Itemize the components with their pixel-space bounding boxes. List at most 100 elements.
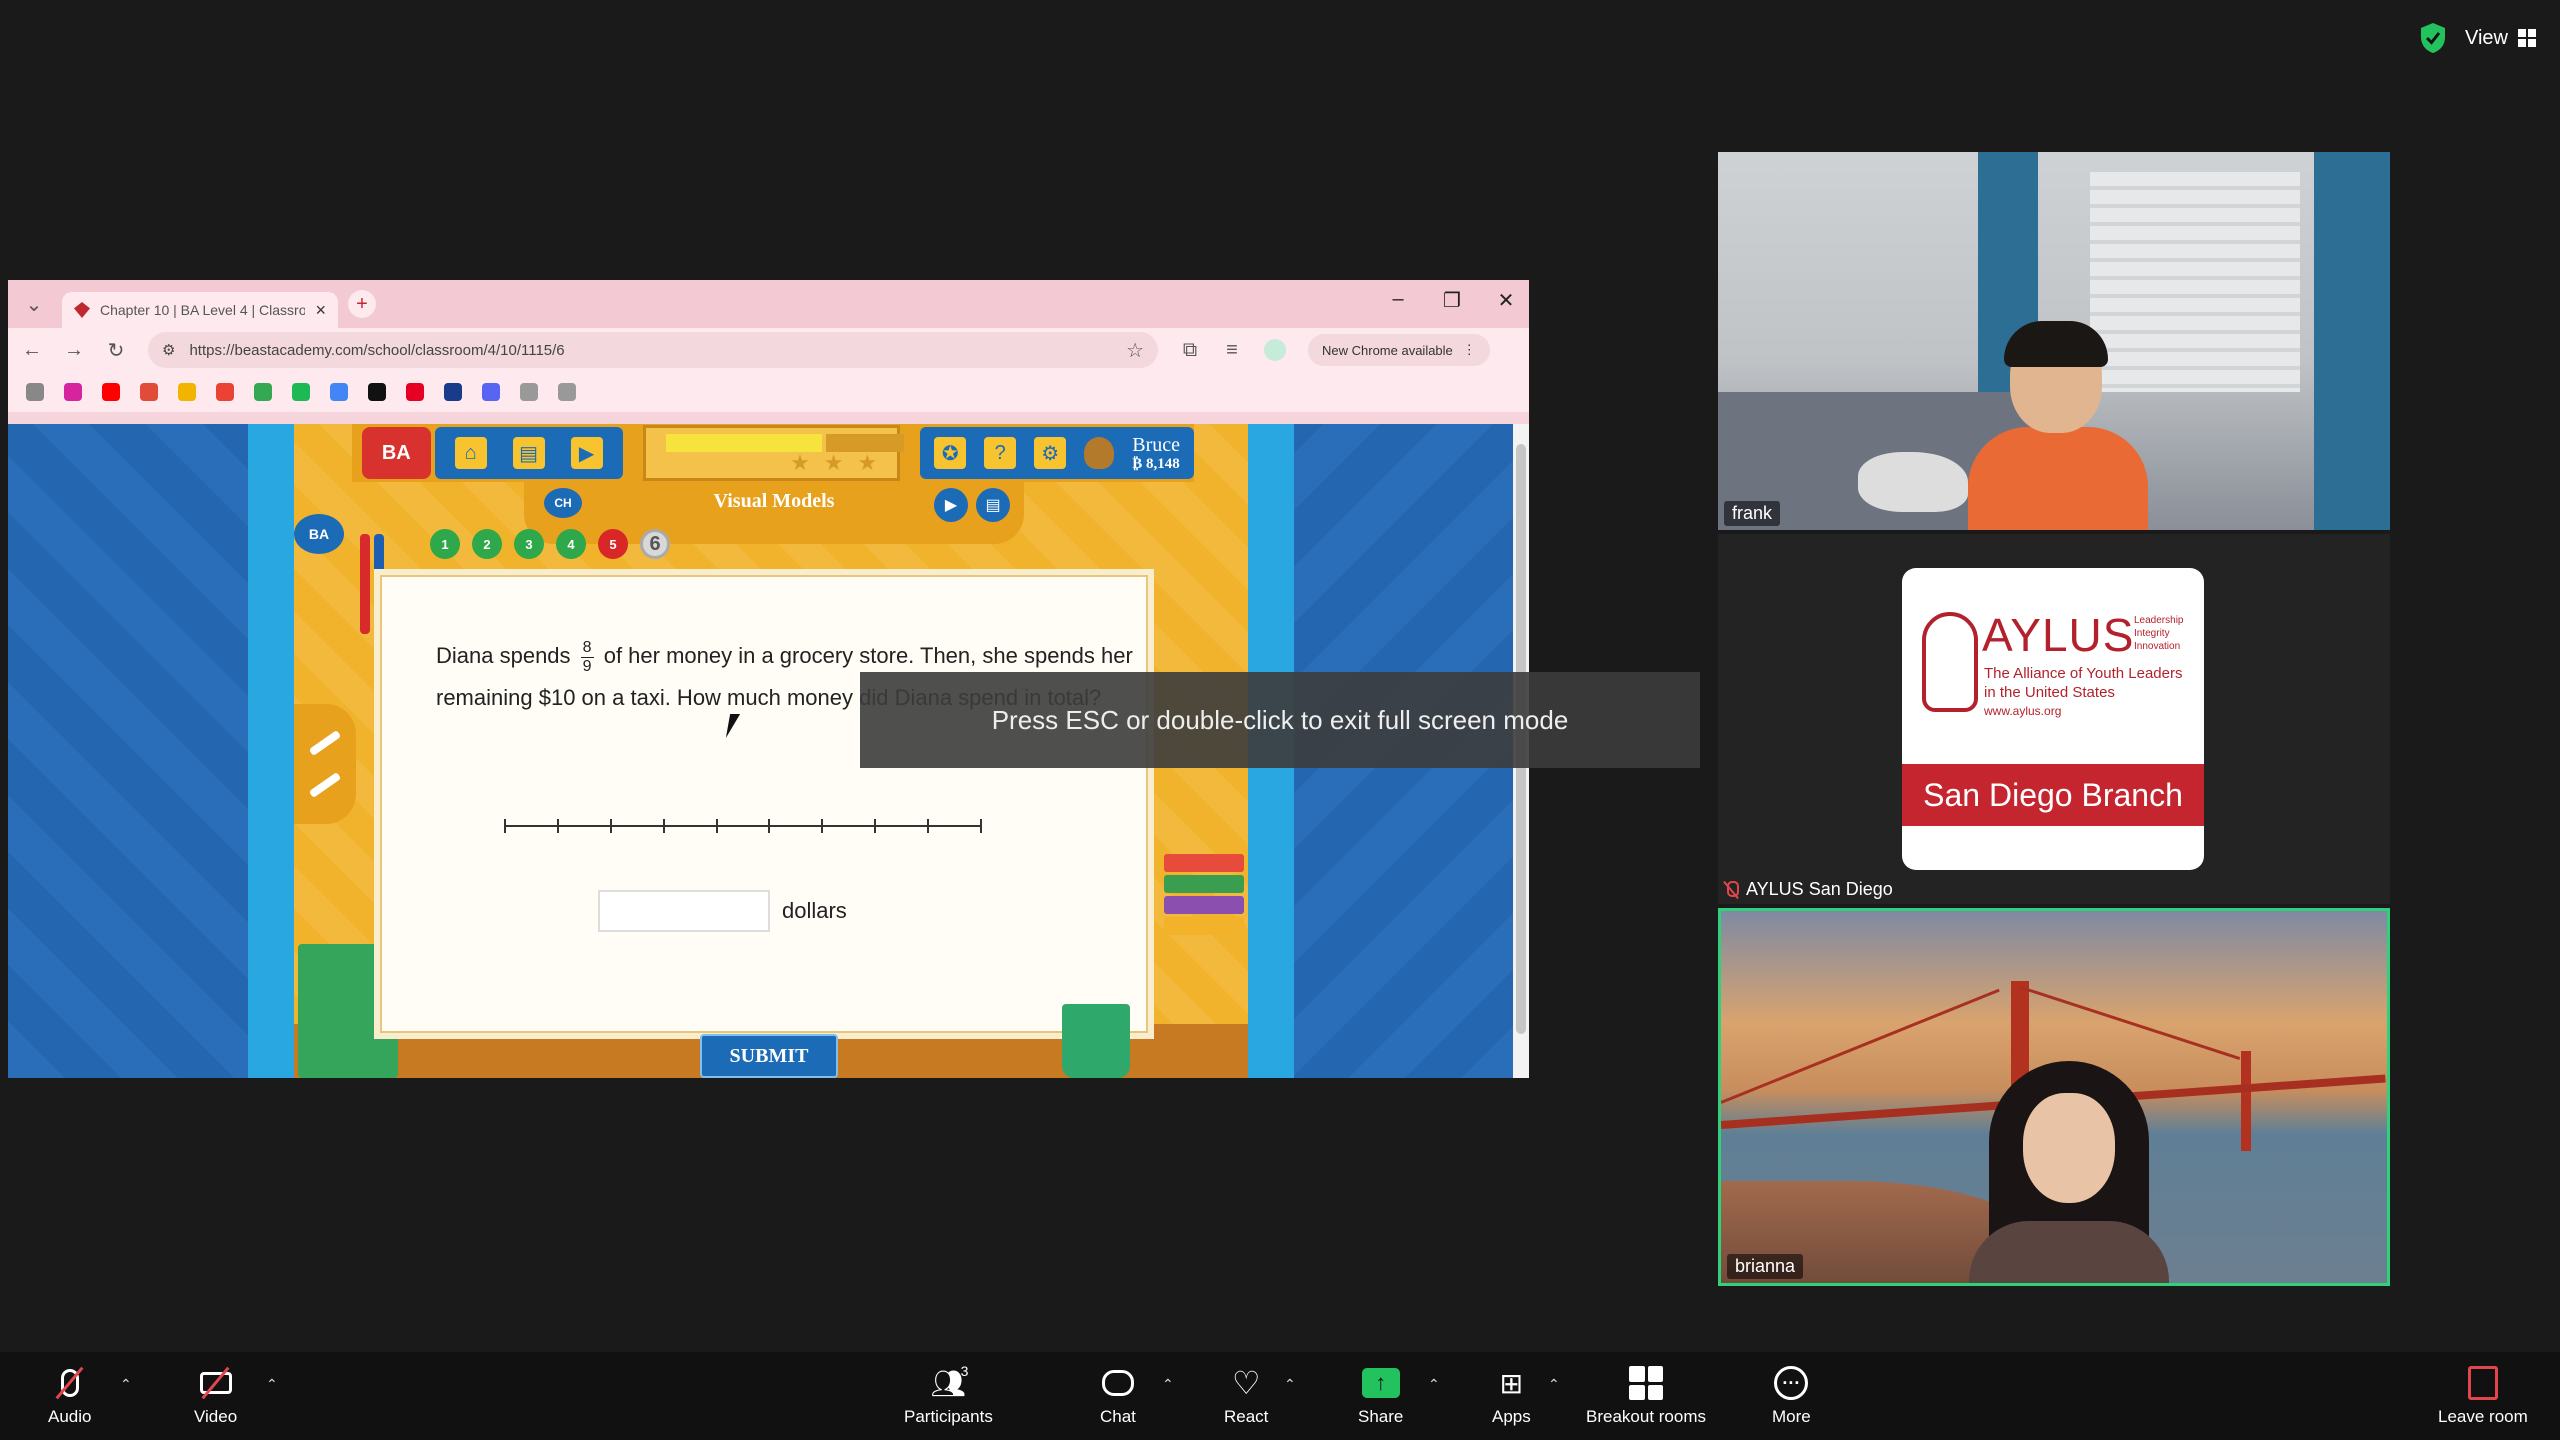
- lightbulb-icon: [1922, 612, 1978, 712]
- bookmark-spotify-icon[interactable]: [292, 383, 310, 401]
- share-screen-icon: ↑: [1361, 1368, 1400, 1398]
- meeting-toolbar: Audio ⌃ Video ⌃ 👥︎ 3 Participants Chat ⌃ …: [0, 1352, 2560, 1440]
- participant-tile-aylus[interactable]: AYLUS Leadership Integrity Innovation Th…: [1718, 534, 2390, 904]
- left-blue-backdrop: [8, 424, 248, 1078]
- pencil-icon[interactable]: [308, 729, 342, 756]
- answer-input[interactable]: [598, 890, 770, 932]
- share-options-chevron-icon[interactable]: ⌃: [1428, 1376, 1440, 1393]
- extensions-icon[interactable]: ⧉: [1180, 339, 1200, 362]
- react-options-chevron-icon[interactable]: ⌃: [1284, 1376, 1296, 1393]
- audio-options-chevron-icon[interactable]: ⌃: [120, 1376, 132, 1393]
- bookmark-instagram-icon[interactable]: [64, 383, 82, 401]
- leave-door-icon: [2467, 1366, 2498, 1400]
- badge-icon[interactable]: ✪: [934, 437, 967, 469]
- bookmark-drive-icon[interactable]: [254, 383, 272, 401]
- more-button[interactable]: ··· More: [1772, 1352, 1811, 1440]
- problem-step-6[interactable]: 6: [640, 529, 670, 559]
- bookmark-youtube-icon[interactable]: [102, 383, 120, 401]
- video-options-chevron-icon[interactable]: ⌃: [266, 1376, 278, 1393]
- number-line-tick: [609, 819, 612, 833]
- breakout-rooms-button[interactable]: Breakout rooms: [1586, 1352, 1706, 1440]
- answer-unit: dollars: [782, 898, 847, 923]
- problem-step-3[interactable]: 3: [514, 529, 544, 559]
- game-top-nav: BA ⌂ ▤ ▶ ★★★ ✪ ? ⚙ Bruce ₿ 8,148: [352, 424, 1194, 482]
- question-part1: Diana spends: [436, 643, 571, 668]
- bookmark-pen-icon[interactable]: [140, 383, 158, 401]
- menu-dots-icon[interactable]: ⋮: [1463, 342, 1476, 358]
- more-dots-icon: ···: [1774, 1366, 1809, 1400]
- view-button[interactable]: View: [2465, 27, 2536, 50]
- book-icon[interactable]: ▤: [512, 437, 545, 469]
- more-label: More: [1772, 1407, 1811, 1426]
- settings-gear-icon[interactable]: ⚙: [1034, 437, 1067, 469]
- leave-room-button[interactable]: Leave room: [2438, 1352, 2528, 1440]
- security-shield-icon[interactable]: [2419, 22, 2447, 54]
- drawing-tools: [294, 704, 356, 824]
- minimize-icon[interactable]: –: [1385, 288, 1411, 313]
- ba-logo[interactable]: BA: [362, 427, 431, 479]
- chat-button[interactable]: Chat: [1100, 1352, 1136, 1440]
- profile-avatar[interactable]: [1264, 339, 1286, 361]
- number-line[interactable]: [504, 819, 982, 833]
- new-tab-button[interactable]: +: [348, 290, 376, 318]
- participants-button[interactable]: 👥︎ 3 Participants: [904, 1352, 993, 1440]
- aylus-branch: San Diego Branch: [1902, 764, 2204, 826]
- meeting-stage: View ⌄ Chapter 10 | BA Level 4 | Classro…: [0, 0, 2560, 1352]
- participant-tile-brianna[interactable]: brianna: [1718, 908, 2390, 1286]
- react-button[interactable]: ♡ React: [1224, 1352, 1268, 1440]
- bookmark-folder-icon[interactable]: [520, 383, 538, 401]
- muted-mic-icon: [1724, 880, 1739, 899]
- problem-step-4[interactable]: 4: [556, 529, 586, 559]
- video-icon[interactable]: ▶: [570, 437, 603, 469]
- bookmark-folder-icon[interactable]: [558, 383, 576, 401]
- site-info-icon[interactable]: ⚙: [162, 341, 175, 359]
- user-profile[interactable]: Bruce ₿ 8,148: [1132, 434, 1180, 473]
- share-button[interactable]: ↑ Share: [1358, 1352, 1403, 1440]
- problem-step-2[interactable]: 2: [472, 529, 502, 559]
- problem-step-5[interactable]: 5: [598, 529, 628, 559]
- chat-options-chevron-icon[interactable]: ⌃: [1162, 1376, 1174, 1393]
- bookmark-chatgpt-icon[interactable]: [368, 383, 386, 401]
- apps-button[interactable]: ⊞ Apps: [1492, 1352, 1531, 1440]
- apps-options-chevron-icon[interactable]: ⌃: [1548, 1376, 1560, 1393]
- browser-tab[interactable]: Chapter 10 | BA Level 4 | Classroom ×: [62, 292, 338, 328]
- submit-button[interactable]: SUBMIT: [700, 1034, 838, 1078]
- back-icon[interactable]: ←: [22, 339, 42, 362]
- participant-tile-frank[interactable]: frank: [1718, 152, 2390, 530]
- video-button[interactable]: Video: [194, 1352, 237, 1440]
- tab-close-icon[interactable]: ×: [315, 300, 326, 321]
- bookmark-discord-icon[interactable]: [482, 383, 500, 401]
- participant-video-person: [1969, 1061, 2169, 1283]
- bookmark-star-icon[interactable]: ☆: [1126, 338, 1144, 363]
- question-paper: Diana spends 8 9 of her money in a groce…: [374, 569, 1154, 1039]
- chrome-update-button[interactable]: New Chrome available ⋮: [1308, 334, 1490, 366]
- play-icon[interactable]: ▶: [934, 488, 968, 522]
- close-window-icon[interactable]: ✕: [1493, 288, 1519, 313]
- guide-book-icon[interactable]: ▤: [976, 488, 1010, 522]
- problem-step-1[interactable]: 1: [430, 529, 460, 559]
- bookmark-pinterest-icon[interactable]: [406, 383, 424, 401]
- forward-icon[interactable]: →: [64, 339, 84, 362]
- eraser-icon[interactable]: [308, 772, 342, 799]
- bookmark-translate-icon[interactable]: [330, 383, 348, 401]
- restore-icon[interactable]: ❐: [1439, 288, 1465, 313]
- bridge-cable: [2020, 986, 2241, 1061]
- home-icon[interactable]: ⌂: [454, 437, 487, 469]
- url-field[interactable]: ⚙ https://beastacademy.com/school/classr…: [148, 332, 1158, 368]
- tab-search-chevron-icon[interactable]: ⌄: [24, 292, 44, 317]
- leave-label: Leave room: [2438, 1407, 2528, 1426]
- help-icon[interactable]: ?: [984, 437, 1017, 469]
- bookmark-gmail-icon[interactable]: [216, 383, 234, 401]
- left-blue-edge: [248, 424, 294, 1078]
- media-icon[interactable]: ≡: [1222, 339, 1242, 362]
- bookmark-a-icon[interactable]: [444, 383, 462, 401]
- number-line-tick: [556, 819, 559, 833]
- bookmark-photos-icon[interactable]: [178, 383, 196, 401]
- reload-icon[interactable]: ↻: [106, 338, 126, 363]
- audio-button[interactable]: Audio: [48, 1352, 91, 1440]
- view-label: View: [2465, 26, 2508, 49]
- apps-grid-icon[interactable]: [26, 383, 44, 401]
- aylus-logo-card: AYLUS Leadership Integrity Innovation Th…: [1902, 568, 2204, 870]
- side-ba-badge[interactable]: BA: [294, 514, 344, 554]
- participants-label: Participants: [904, 1407, 993, 1426]
